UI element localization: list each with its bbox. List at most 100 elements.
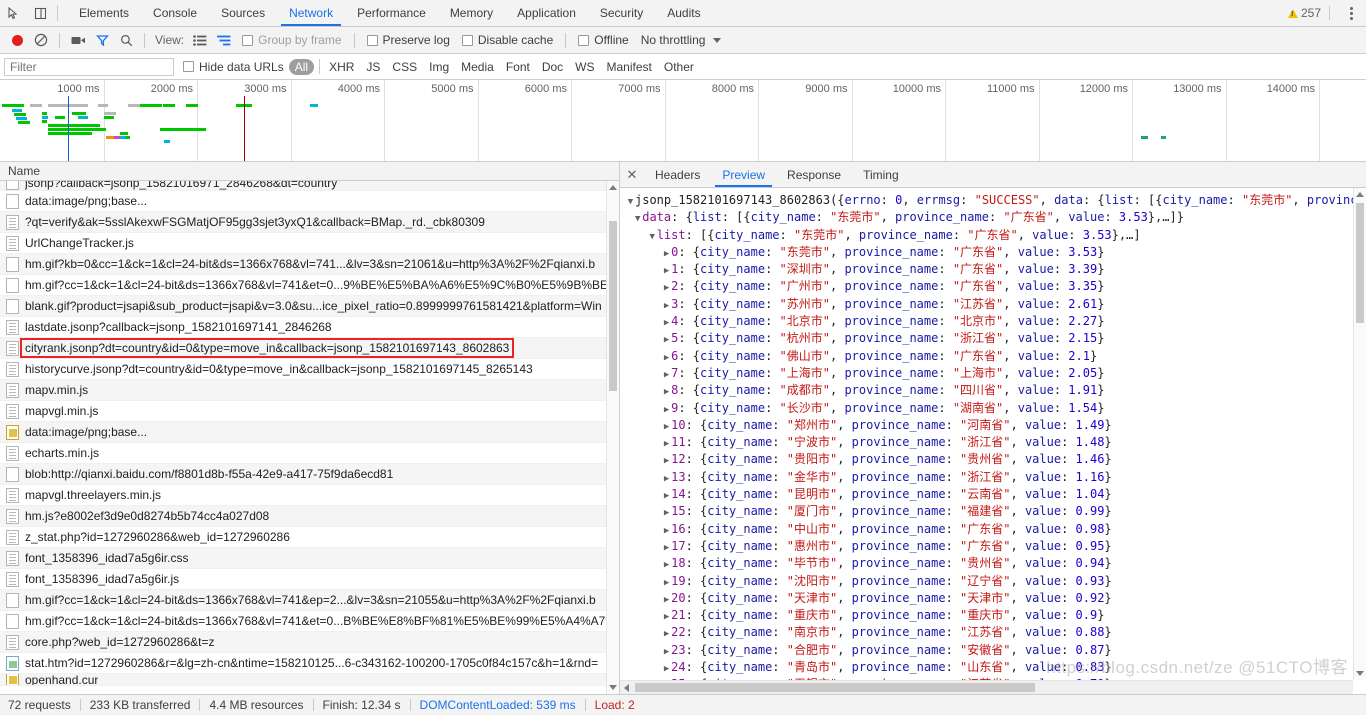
type-filter-media[interactable]: Media [455, 59, 500, 75]
waterfall-view-icon[interactable] [213, 29, 235, 51]
hide-data-urls-checkbox[interactable]: Hide data URLs [178, 60, 289, 74]
request-row[interactable]: font_1358396_idad7a5g6ir.js [0, 569, 619, 590]
request-row[interactable]: mapv.min.js [0, 380, 619, 401]
request-row[interactable]: historycurve.jsonp?dt=country&id=0&type=… [0, 359, 619, 380]
preview-line[interactable]: ▶ 15: {city_name: "厦门市", province_name: "… [620, 503, 1366, 520]
preview-line[interactable]: ▶ 11: {city_name: "宁波市", province_name: "… [620, 434, 1366, 451]
request-row[interactable]: jsonp?callback=jsonp_15821016971_2846268… [0, 181, 619, 191]
type-filter-doc[interactable]: Doc [536, 59, 569, 75]
tab-security[interactable]: Security [588, 0, 655, 26]
disable-cache-checkbox[interactable]: Disable cache [457, 33, 558, 47]
type-filter-ws[interactable]: WS [569, 59, 600, 75]
request-row[interactable]: hm.gif?cc=1&ck=1&cl=24-bit&ds=1366x768&v… [0, 275, 619, 296]
preview-line[interactable]: ▶ 7: {city_name: "上海市", province_name: "上… [620, 365, 1366, 382]
request-row[interactable]: hm.gif?kb=0&cc=1&ck=1&cl=24-bit&ds=1366x… [0, 254, 619, 275]
preview-scroll-down-arrow[interactable] [1354, 667, 1366, 680]
device-toolbar-icon[interactable] [27, 0, 54, 26]
scroll-down-arrow[interactable] [607, 681, 619, 694]
type-filter-css[interactable]: CSS [386, 59, 423, 75]
preview-hscroll-thumb[interactable] [635, 683, 1035, 692]
preview-line[interactable]: ▶ 8: {city_name: "成都市", province_name: "四… [620, 382, 1366, 399]
preview-vertical-scrollbar[interactable] [1353, 188, 1366, 680]
type-filter-manifest[interactable]: Manifest [601, 59, 658, 75]
list-view-icon[interactable] [189, 29, 211, 51]
detail-tab-timing[interactable]: Timing [852, 162, 910, 187]
tab-memory[interactable]: Memory [438, 0, 505, 26]
preview-line[interactable]: ▼ list: [{city_name: "东莞市", province_name… [620, 227, 1366, 244]
preview-scroll-left-arrow[interactable] [620, 681, 633, 695]
preview-line[interactable]: ▼ jsonp_1582101697143_8602863({errno: 0, … [620, 192, 1366, 209]
request-row[interactable]: UrlChangeTracker.js [0, 233, 619, 254]
disclosure-triangle-icon[interactable]: ▶ [662, 384, 671, 401]
preview-line[interactable]: ▶ 3: {city_name: "苏州市", province_name: "江… [620, 296, 1366, 313]
tab-elements[interactable]: Elements [67, 0, 141, 26]
preview-line[interactable]: ▶ 13: {city_name: "金华市", province_name: "… [620, 469, 1366, 486]
request-row[interactable]: hm.js?e8002ef3d9e0d8274b5b74cc4a027d08 [0, 506, 619, 527]
preview-line[interactable]: ▶ 22: {city_name: "南京市", province_name: "… [620, 624, 1366, 641]
type-filter-img[interactable]: Img [423, 59, 455, 75]
inspect-element-icon[interactable] [0, 0, 27, 26]
network-overview-timeline[interactable]: 1000 ms 2000 ms 3000 ms 4000 ms 5000 ms 6000 … [0, 80, 1366, 162]
request-list[interactable]: jsonp?callback=jsonp_15821016971_2846268… [0, 181, 619, 694]
tab-performance[interactable]: Performance [345, 0, 438, 26]
type-filter-all[interactable]: All [288, 58, 315, 75]
detail-tab-preview[interactable]: Preview [711, 162, 776, 187]
preview-scrollbar-thumb[interactable] [1356, 203, 1364, 323]
preview-line[interactable]: ▶ 17: {city_name: "惠州市", province_name: "… [620, 538, 1366, 555]
preview-line[interactable]: ▶ 6: {city_name: "佛山市", province_name: "广… [620, 348, 1366, 365]
record-icon[interactable] [6, 29, 28, 51]
type-filter-js[interactable]: JS [360, 59, 386, 75]
preview-line[interactable]: ▶ 1: {city_name: "深圳市", province_name: "广… [620, 261, 1366, 278]
request-row[interactable]: stat.htm?id=1272960286&r=&lg=zh-cn&ntime… [0, 653, 619, 674]
request-row[interactable]: core.php?web_id=1272960286&t=z [0, 632, 619, 653]
offline-checkbox[interactable]: Offline [573, 33, 633, 47]
group-by-frame-checkbox[interactable]: Group by frame [237, 33, 346, 47]
request-row[interactable]: mapvgl.threelayers.min.js [0, 485, 619, 506]
preview-line[interactable]: ▶ 20: {city_name: "天津市", province_name: "… [620, 590, 1366, 607]
disclosure-triangle-icon[interactable]: ▶ [662, 557, 671, 574]
filter-icon[interactable] [91, 29, 113, 51]
preview-line[interactable]: ▶ 12: {city_name: "贵阳市", province_name: "… [620, 451, 1366, 468]
scroll-up-arrow[interactable] [607, 181, 619, 194]
capture-screenshots-icon[interactable] [67, 29, 89, 51]
preview-line[interactable]: ▶ 0: {city_name: "东莞市", province_name: "广… [620, 244, 1366, 261]
request-row[interactable]: z_stat.php?id=1272960286&web_id=12729602… [0, 527, 619, 548]
preview-line[interactable]: ▶ 9: {city_name: "长沙市", province_name: "湖… [620, 400, 1366, 417]
preview-scroll-up-arrow[interactable] [1354, 188, 1366, 201]
request-row[interactable]: data:image/png;base... [0, 422, 619, 443]
kebab-menu-icon[interactable] [1342, 6, 1360, 20]
scrollbar-thumb[interactable] [609, 221, 617, 391]
request-row[interactable]: echarts.min.js [0, 443, 619, 464]
detail-tab-headers[interactable]: Headers [644, 162, 711, 187]
disclosure-triangle-icon[interactable]: ▼ [633, 211, 642, 228]
request-row[interactable]: cityrank.jsonp?dt=country&id=0&type=move… [0, 338, 619, 359]
request-row[interactable]: data:image/png;base... [0, 191, 619, 212]
request-list-scrollbar[interactable] [606, 181, 619, 694]
preview-line[interactable]: ▶ 4: {city_name: "北京市", province_name: "北… [620, 313, 1366, 330]
type-filter-other[interactable]: Other [658, 59, 700, 75]
preview-line[interactable]: ▶ 18: {city_name: "毕节市", province_name: "… [620, 555, 1366, 572]
json-preview-tree[interactable]: ▼ jsonp_1582101697143_8602863({errno: 0, … [620, 188, 1366, 694]
tab-audits[interactable]: Audits [655, 0, 712, 26]
tab-sources[interactable]: Sources [209, 0, 277, 26]
type-filter-font[interactable]: Font [500, 59, 536, 75]
preserve-log-checkbox[interactable]: Preserve log [362, 33, 455, 47]
request-row[interactable]: openhand.cur [0, 674, 619, 686]
preview-line[interactable]: ▶ 2: {city_name: "广州市", province_name: "广… [620, 278, 1366, 295]
tab-application[interactable]: Application [505, 0, 588, 26]
preview-line[interactable]: ▶ 10: {city_name: "郑州市", province_name: "… [620, 417, 1366, 434]
preview-line[interactable]: ▶ 23: {city_name: "合肥市", province_name: "… [620, 642, 1366, 659]
request-row[interactable]: blob:http://qianxi.baidu.com/f8801d8b-f5… [0, 464, 619, 485]
request-row[interactable]: hm.gif?cc=1&ck=1&cl=24-bit&ds=1366x768&v… [0, 590, 619, 611]
preview-line[interactable]: ▶ 19: {city_name: "沈阳市", province_name: "… [620, 573, 1366, 590]
filter-input[interactable] [4, 57, 174, 76]
preview-line[interactable]: ▼ data: {list: [{city_name: "东莞市", provin… [620, 209, 1366, 226]
preview-horizontal-scrollbar[interactable] [620, 680, 1353, 694]
throttling-select[interactable]: No throttling [636, 33, 727, 47]
request-row[interactable]: font_1358396_idad7a5g6ir.css [0, 548, 619, 569]
request-row[interactable]: mapvgl.min.js [0, 401, 619, 422]
clear-icon[interactable] [30, 29, 52, 51]
type-filter-xhr[interactable]: XHR [323, 59, 360, 75]
request-row[interactable]: ?qt=verify&ak=5sslAkexwFSGMatjOF95gg3sje… [0, 212, 619, 233]
close-icon[interactable]: ✕ [620, 162, 644, 187]
